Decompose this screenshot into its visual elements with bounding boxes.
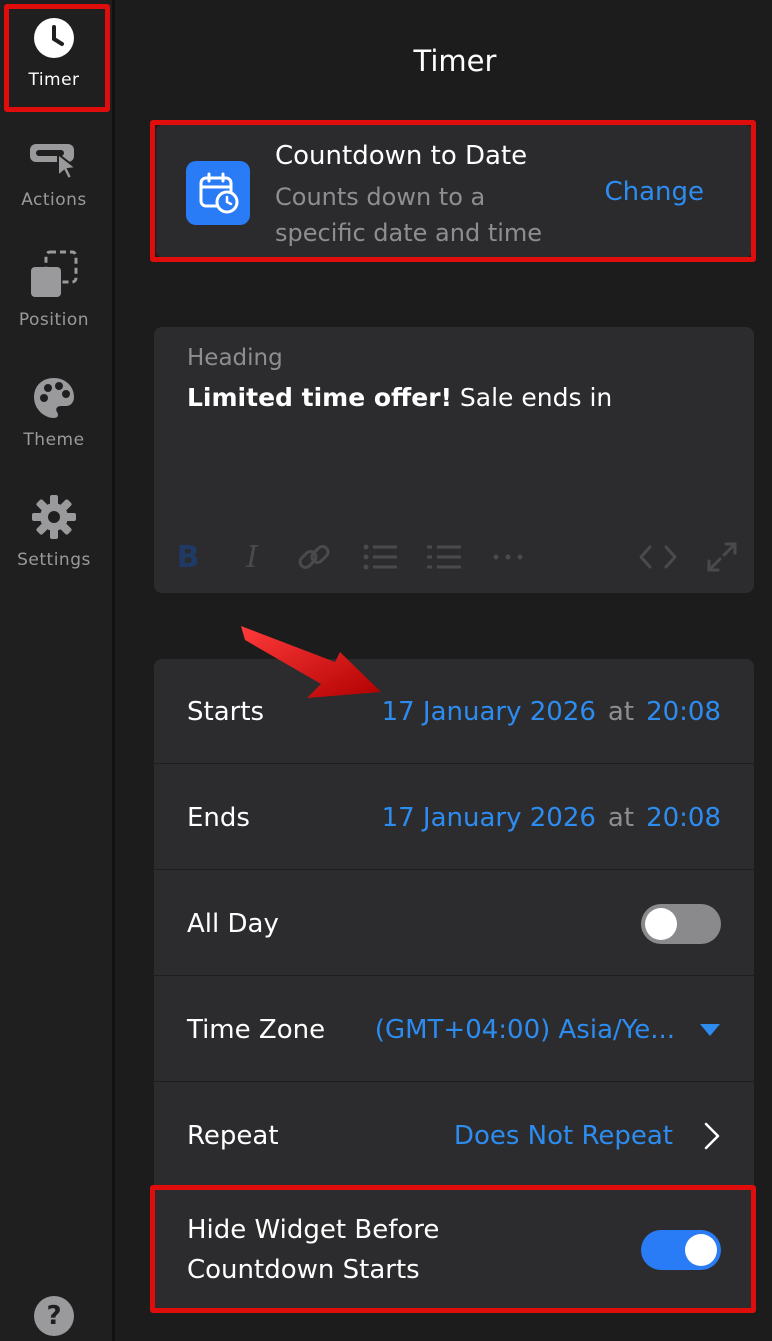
all-day-label: All Day: [187, 908, 279, 939]
cursor-click-icon: [30, 144, 79, 180]
more-icon[interactable]: [488, 537, 528, 577]
hide-widget-toggle[interactable]: [641, 1230, 721, 1270]
page-title: Timer: [413, 44, 497, 78]
editor-toolbar: B I: [172, 537, 742, 577]
hide-widget-label-line1: Hide Widget Before: [187, 1215, 440, 1245]
time-zone-value: (GMT+04:00) Asia/Ye...: [374, 1014, 675, 1045]
sidebar-item-settings[interactable]: Settings: [0, 484, 108, 594]
hide-widget-label: Hide Widget Before Countdown Starts: [187, 1189, 439, 1311]
help-icon[interactable]: ?: [34, 1296, 74, 1336]
divider: [154, 1081, 754, 1082]
time-zone-row: Time Zone (GMT+04:00) Asia/Ye...: [154, 977, 754, 1082]
ends-value: 17 January 2026 at 20:08: [382, 765, 721, 870]
time-zone-select[interactable]: (GMT+04:00) Asia/Ye...: [375, 977, 721, 1082]
sidebar-item-label: Position: [18, 310, 90, 330]
bold-icon[interactable]: B: [172, 537, 204, 577]
palette-icon: [34, 378, 74, 418]
toggle-knob: [685, 1234, 717, 1266]
starts-date[interactable]: 17 January 2026: [382, 697, 596, 727]
ends-date[interactable]: 17 January 2026: [382, 803, 596, 833]
clock-icon: [34, 18, 74, 58]
sidebar-item-actions[interactable]: Actions: [0, 124, 108, 234]
repeat-row[interactable]: Repeat Does Not Repeat: [154, 1083, 754, 1188]
position-icon: [31, 250, 78, 297]
heading-editor[interactable]: Heading Limited time offer! Sale ends in…: [154, 327, 754, 593]
divider: [154, 975, 754, 976]
ends-label: Ends: [187, 802, 250, 833]
sidebar-item-label: Settings: [17, 550, 91, 570]
change-timer-type-button[interactable]: Change: [604, 177, 704, 207]
ends-row: Ends 17 January 2026 at 20:08: [154, 765, 754, 870]
hide-widget-value: [641, 1189, 721, 1311]
timer-type-card: Countdown to Date Counts down to a speci…: [156, 125, 752, 257]
starts-at: at: [607, 696, 635, 727]
starts-value: 17 January 2026 at 20:08: [382, 659, 721, 764]
heading-label: Heading: [187, 345, 283, 371]
timer-settings-group: Starts 17 January 2026 at 20:08 Ends 17 …: [154, 659, 754, 1311]
ends-time[interactable]: 20:08: [646, 803, 721, 833]
bullet-list-icon[interactable]: [360, 537, 400, 577]
starts-time[interactable]: 20:08: [646, 697, 721, 727]
sidebar-item-position[interactable]: Position: [0, 244, 108, 354]
toggle-knob: [645, 907, 677, 940]
link-icon[interactable]: [294, 537, 334, 577]
gear-icon: [32, 495, 76, 539]
heading-text-regular: Sale ends in: [451, 383, 613, 412]
sidebar-item-label: Actions: [21, 190, 87, 210]
italic-icon[interactable]: I: [236, 537, 268, 577]
all-day-toggle[interactable]: [641, 903, 721, 944]
calendar-clock-icon: [186, 161, 250, 225]
time-zone-label: Time Zone: [187, 1014, 326, 1045]
repeat-label: Repeat: [187, 1120, 279, 1151]
repeat-value-text: Does Not Repeat: [453, 1120, 673, 1151]
ends-at: at: [607, 802, 635, 833]
numbered-list-icon[interactable]: [424, 537, 464, 577]
divider: [154, 869, 754, 870]
repeat-value[interactable]: Does Not Repeat: [454, 1083, 721, 1188]
sidebar-item-theme[interactable]: Theme: [0, 364, 108, 474]
main-panel: Timer Countdown to Date Counts down to a…: [115, 0, 772, 1341]
timer-type-description: Counts down to a specific date and time: [275, 183, 543, 247]
heading-text[interactable]: Limited time offer! Sale ends in: [187, 383, 612, 412]
divider: [154, 1187, 754, 1188]
code-icon[interactable]: [636, 537, 680, 577]
chevron-right-icon: [704, 1122, 720, 1149]
hide-widget-row: Hide Widget Before Countdown Starts: [154, 1189, 754, 1311]
sidebar-item-timer[interactable]: Timer: [0, 4, 108, 114]
timer-type-title: Countdown to Date: [275, 141, 528, 171]
all-day-value: [641, 871, 721, 976]
expand-icon[interactable]: [702, 537, 742, 577]
caret-down-icon: [700, 1023, 720, 1036]
sidebar: Timer Actions Position Theme Settings ?: [0, 0, 112, 1341]
hide-widget-label-line2: Countdown Starts: [187, 1255, 420, 1285]
all-day-row: All Day: [154, 871, 754, 976]
heading-text-bold: Limited time offer!: [187, 383, 452, 412]
divider: [154, 763, 754, 764]
pointer-arrow-icon: [241, 626, 381, 698]
sidebar-item-label: Theme: [23, 430, 85, 450]
sidebar-item-label: Timer: [28, 70, 80, 90]
